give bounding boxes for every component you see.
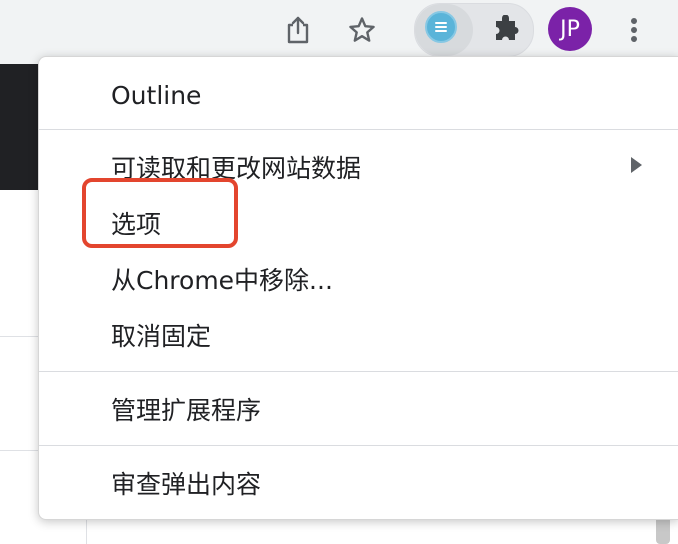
menu-item-label: 审查弹出内容 (111, 470, 262, 499)
share-icon[interactable] (276, 8, 320, 52)
browser-toolbar: JP (0, 0, 678, 64)
highlight-annotation-box (82, 178, 238, 248)
menu-separator (39, 445, 678, 446)
menu-item-unpin[interactable]: 取消固定 (39, 309, 678, 361)
outline-extension-icon[interactable] (419, 5, 463, 49)
outline-badge (425, 11, 457, 43)
menu-title-label: Outline (111, 80, 202, 110)
menu-item-label: 管理扩展程序 (111, 396, 262, 425)
menu-item-label: 从Chrome中移除... (111, 266, 333, 295)
star-icon[interactable] (340, 8, 384, 52)
menu-item-manage-extensions[interactable]: 管理扩展程序 (39, 383, 678, 435)
extension-context-menu: Outline 可读取和更改网站数据 选项 从Chrome中移除... 取消固定… (38, 56, 678, 520)
avatar[interactable]: JP (548, 7, 592, 51)
page-dark-header (0, 64, 38, 190)
menu-item-label: 取消固定 (111, 322, 212, 351)
menu-item-inspect-popup[interactable]: 审查弹出内容 (39, 457, 678, 509)
kebab-menu-icon[interactable] (612, 8, 656, 52)
puzzle-icon[interactable] (484, 8, 528, 52)
menu-title: Outline (39, 69, 678, 121)
menu-separator (39, 371, 678, 372)
page-divider (0, 336, 38, 337)
menu-separator (39, 129, 678, 130)
page-divider (0, 450, 38, 451)
submenu-arrow-icon (631, 157, 642, 173)
menu-item-remove[interactable]: 从Chrome中移除... (39, 253, 678, 305)
